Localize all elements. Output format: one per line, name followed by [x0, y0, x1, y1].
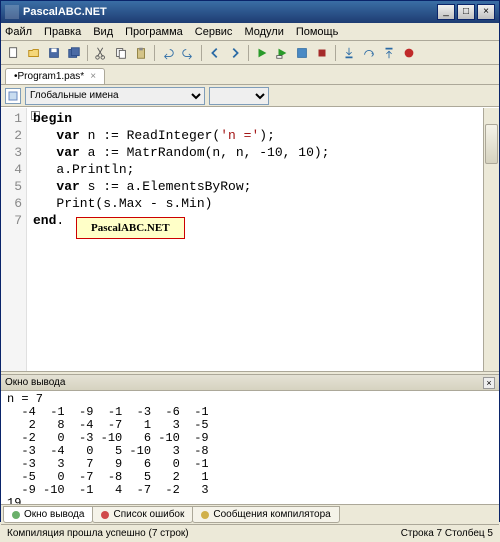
member-combo[interactable]	[209, 87, 269, 105]
separator	[87, 45, 88, 61]
separator	[335, 45, 336, 61]
cut-icon[interactable]	[92, 44, 110, 62]
line-gutter: 1234567	[1, 108, 27, 371]
breakpoint-icon[interactable]	[400, 44, 418, 62]
dot-icon	[201, 511, 209, 519]
code-content[interactable]: begin var n := ReadInteger('n ='); var a…	[27, 108, 499, 371]
output-panel-title: Окно вывода ×	[1, 375, 499, 391]
save-all-icon[interactable]	[65, 44, 83, 62]
output-tab-errors[interactable]: Список ошибок	[92, 506, 193, 523]
minimize-button[interactable]: _	[437, 4, 455, 20]
redo-icon[interactable]	[179, 44, 197, 62]
separator	[248, 45, 249, 61]
copy-icon[interactable]	[112, 44, 130, 62]
step-into-icon[interactable]	[340, 44, 358, 62]
menu-modules[interactable]: Модули	[244, 26, 283, 38]
code-editor[interactable]: 1234567 − begin var n := ReadInteger('n …	[1, 107, 499, 371]
navigation-bar: Глобальные имена	[1, 85, 499, 107]
output-tab-strip: Окно вывода Список ошибок Сообщения комп…	[1, 504, 499, 524]
menu-help[interactable]: Помощь	[296, 26, 339, 38]
status-bar: Компиляция прошла успешно (7 строк) Стро…	[1, 524, 499, 542]
dot-icon	[12, 511, 20, 519]
menu-program[interactable]: Программа	[125, 26, 183, 38]
forward-icon[interactable]	[226, 44, 244, 62]
scrollbar-thumb[interactable]	[485, 124, 498, 164]
status-compile: Компиляция прошла успешно (7 строк)	[7, 528, 189, 539]
menu-view[interactable]: Вид	[93, 26, 113, 38]
toolbar	[1, 41, 499, 65]
menu-bar: Файл Правка Вид Программа Сервис Модули …	[1, 23, 499, 41]
nav-icon[interactable]	[5, 88, 21, 104]
output-panel[interactable]: n = 7 -4 -1 -9 -1 -3 -6 -1 2 8 -4 -7 1 3…	[1, 391, 499, 504]
step-over-icon[interactable]	[360, 44, 378, 62]
menu-service[interactable]: Сервис	[195, 26, 233, 38]
step-out-icon[interactable]	[380, 44, 398, 62]
dot-icon	[101, 511, 109, 519]
menu-edit[interactable]: Правка	[44, 26, 81, 38]
compile-icon[interactable]	[293, 44, 311, 62]
status-cursor: Строка 7 Столбец 5	[401, 528, 493, 539]
open-file-icon[interactable]	[25, 44, 43, 62]
tab-close-icon[interactable]: ×	[90, 71, 96, 82]
run-input-icon[interactable]	[273, 44, 291, 62]
editor-scrollbar[interactable]	[483, 108, 499, 371]
run-icon[interactable]	[253, 44, 271, 62]
title-bar: PascalABC.NET _ □ ×	[1, 1, 499, 23]
output-tab-output[interactable]: Окно вывода	[3, 506, 93, 523]
tooltip: PascalABC.NET	[76, 217, 185, 239]
output-close-icon[interactable]: ×	[483, 377, 495, 389]
save-icon[interactable]	[45, 44, 63, 62]
undo-icon[interactable]	[159, 44, 177, 62]
stop-icon[interactable]	[313, 44, 331, 62]
separator	[154, 45, 155, 61]
scope-combo[interactable]: Глобальные имена	[25, 87, 205, 105]
window-title: PascalABC.NET	[23, 6, 435, 18]
editor-tab[interactable]: •Program1.pas* ×	[5, 68, 105, 84]
output-tab-compiler[interactable]: Сообщения компилятора	[192, 506, 339, 523]
separator	[201, 45, 202, 61]
new-file-icon[interactable]	[5, 44, 23, 62]
maximize-button[interactable]: □	[457, 4, 475, 20]
close-button[interactable]: ×	[477, 4, 495, 20]
tab-label: •Program1.pas*	[14, 71, 84, 82]
menu-file[interactable]: Файл	[5, 26, 32, 38]
editor-tab-strip: •Program1.pas* ×	[1, 65, 499, 85]
app-icon	[5, 5, 19, 19]
output-title-label: Окно вывода	[5, 377, 65, 388]
back-icon[interactable]	[206, 44, 224, 62]
paste-icon[interactable]	[132, 44, 150, 62]
